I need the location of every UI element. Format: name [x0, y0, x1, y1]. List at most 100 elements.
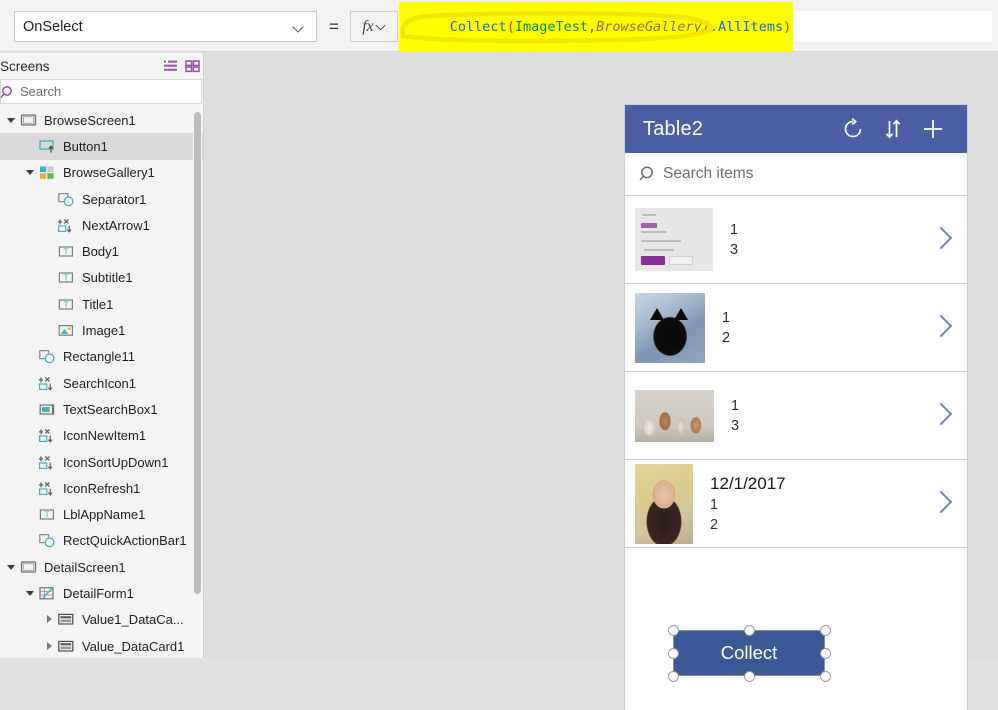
- tree-item-label: IconRefresh1: [63, 481, 140, 496]
- resize-handle-bottom-left[interactable]: [668, 671, 679, 682]
- tree-item-label: DetailScreen1: [44, 560, 126, 575]
- resize-handle-middle-left[interactable]: [668, 648, 679, 659]
- formula-bar: OnSelect = fx Collect(ImageTest,BrowseGa…: [0, 0, 998, 52]
- tree-item-title1[interactable]: T Title1: [0, 291, 204, 317]
- caret-down-icon[interactable]: [6, 115, 17, 126]
- list-view-icon[interactable]: [160, 56, 182, 76]
- icon-icon: [38, 480, 57, 497]
- next-arrow-icon[interactable]: [923, 460, 967, 548]
- icon-icon: [38, 427, 57, 444]
- caret-spacer: [44, 272, 55, 283]
- tree-search-input[interactable]: Search: [0, 79, 202, 104]
- label-icon: T: [57, 296, 76, 313]
- caret-right-icon[interactable]: [44, 641, 55, 652]
- sort-icon[interactable]: [873, 109, 913, 149]
- next-arrow-icon[interactable]: [923, 196, 967, 284]
- tree-item-textsearchbox1[interactable]: TextSearchBox1: [0, 396, 204, 422]
- caret-down-icon[interactable]: [25, 167, 36, 178]
- resize-handle-bottom-center[interactable]: [744, 671, 755, 682]
- tree-item-label: SearchIcon1: [63, 376, 136, 391]
- image-icon: [57, 322, 76, 339]
- tree-item-image1[interactable]: Image1: [0, 317, 204, 343]
- app-titlebar: Table2: [625, 105, 967, 153]
- tree-item-label: Body1: [82, 244, 119, 259]
- tree-item-iconnewitem1[interactable]: IconNewItem1: [0, 423, 204, 449]
- tree-item-body1[interactable]: T Body1: [0, 238, 204, 264]
- resize-handle-top-center[interactable]: [744, 625, 755, 636]
- tree-item-rectangle11[interactable]: Rectangle11: [0, 344, 204, 370]
- caret-spacer: [44, 325, 55, 336]
- grid-view-icon[interactable]: [182, 56, 204, 76]
- browse-gallery: 13121312/1/201712: [625, 196, 967, 548]
- tree-item-value1-dataca[interactable]: Value1_DataCa...: [0, 607, 204, 633]
- formula-token-function: Collect: [450, 19, 507, 35]
- shape-icon: [38, 532, 57, 549]
- resize-handle-top-left[interactable]: [668, 625, 679, 636]
- gallery-row-subtitle: 1: [710, 495, 923, 515]
- icon-icon: [38, 454, 57, 471]
- tree-item-label: Rectangle11: [63, 349, 135, 364]
- gallery-row-subtitle: 1: [731, 396, 923, 416]
- tree-item-separator1[interactable]: Separator1: [0, 186, 204, 212]
- formula-token-open-paren: (: [507, 19, 515, 35]
- svg-text:T: T: [63, 299, 68, 309]
- caret-down-icon[interactable]: [25, 588, 36, 599]
- tree-item-subtitle1[interactable]: TSubtitle1: [0, 265, 204, 291]
- caret-down-icon[interactable]: [6, 562, 17, 573]
- caret-spacer: [25, 509, 36, 520]
- gallery-row-subtitle: 1: [722, 308, 923, 328]
- gallery-icon: [38, 164, 57, 181]
- tree-item-nextarrow1[interactable]: NextArrow1: [0, 212, 204, 238]
- gallery-row[interactable]: 13: [625, 196, 967, 284]
- next-arrow-icon[interactable]: [923, 284, 967, 372]
- resize-handle-top-right[interactable]: [820, 625, 831, 636]
- resize-handle-middle-right[interactable]: [820, 648, 831, 659]
- tree-item-rectquickactionbar1[interactable]: RectQuickActionBar1: [0, 528, 204, 554]
- tree-item-label: IconNewItem1: [63, 428, 146, 443]
- datacard-icon: [57, 638, 76, 655]
- collect-button[interactable]: Collect: [673, 630, 825, 676]
- tree-items-list: BrowseScreen1Button1BrowseGallery1 Separa…: [0, 107, 204, 658]
- app-search-bar[interactable]: Search items: [625, 153, 967, 196]
- tree-item-browsescreen1[interactable]: BrowseScreen1: [0, 107, 204, 133]
- kittens-photo: [635, 390, 714, 442]
- tree-item-browsegallery1[interactable]: BrowseGallery1: [0, 160, 204, 186]
- chevron-down-icon: [294, 22, 304, 32]
- tree-item-iconsortupdown1[interactable]: IconSortUpDown1: [0, 449, 204, 475]
- tree-item-label: Separator1: [82, 192, 146, 207]
- formula-input[interactable]: Collect(ImageTest,BrowseGallery1.AllItem…: [399, 11, 992, 42]
- caret-spacer: [25, 141, 36, 152]
- svg-text:T: T: [63, 246, 68, 256]
- screen-icon: [19, 559, 38, 576]
- tree-item-lblappname1[interactable]: TLblAppName1: [0, 501, 204, 527]
- gallery-row-text: 13: [730, 220, 923, 260]
- refresh-icon[interactable]: [833, 109, 873, 149]
- black-cat-photo: [635, 293, 705, 363]
- caret-spacer: [25, 430, 36, 441]
- tree-item-detailscreen1[interactable]: DetailScreen1: [0, 554, 204, 580]
- tree-item-detailform1[interactable]: DetailForm1: [0, 580, 204, 606]
- property-dropdown[interactable]: OnSelect: [14, 11, 317, 42]
- next-arrow-icon[interactable]: [923, 372, 967, 460]
- fx-button[interactable]: fx: [350, 11, 398, 42]
- gallery-row-subtitle: 1: [730, 220, 923, 240]
- tree-item-label: Title1: [82, 297, 113, 312]
- caret-right-icon[interactable]: [44, 614, 55, 625]
- screenshot-thumbnail: [635, 208, 713, 271]
- gallery-row[interactable]: 12/1/201712: [625, 460, 967, 548]
- gallery-row[interactable]: 12: [625, 284, 967, 372]
- shape-icon: [57, 191, 76, 208]
- resize-handle-bottom-right[interactable]: [820, 671, 831, 682]
- gallery-row[interactable]: 13: [625, 372, 967, 460]
- app-search-placeholder: Search items: [663, 165, 753, 183]
- tree-scrollbar-thumb[interactable]: [194, 112, 201, 594]
- tree-item-searchicon1[interactable]: SearchIcon1: [0, 370, 204, 396]
- tree-scrollbar[interactable]: [193, 107, 202, 658]
- app-canvas-area: Table2: [205, 53, 998, 658]
- tree-item-button1[interactable]: Button1: [0, 133, 204, 159]
- add-icon[interactable]: [913, 109, 953, 149]
- caret-spacer: [44, 194, 55, 205]
- tree-item-value-datacard1[interactable]: Value_DataCard1: [0, 633, 204, 658]
- tree-item-iconrefresh1[interactable]: IconRefresh1: [0, 475, 204, 501]
- caret-spacer: [44, 246, 55, 257]
